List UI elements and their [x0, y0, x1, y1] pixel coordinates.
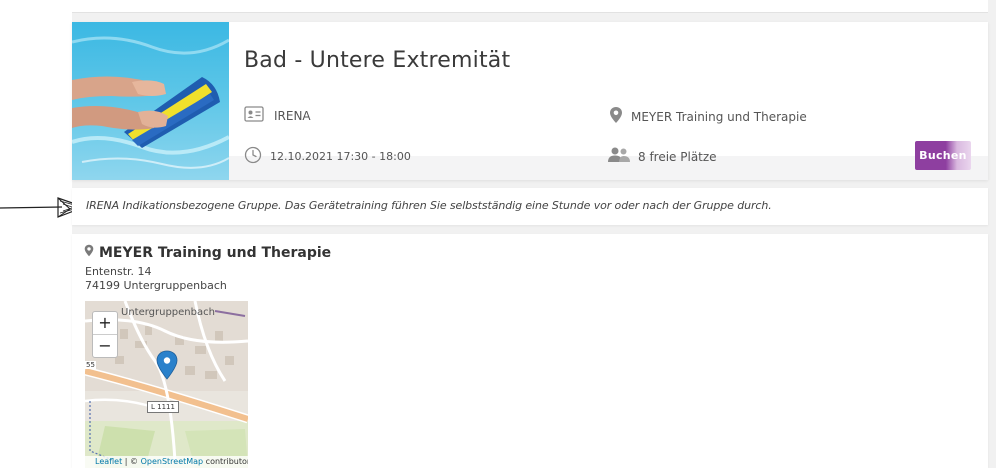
- leaflet-link[interactable]: Leaflet: [95, 457, 122, 466]
- datetime-label: 12.10.2021 17:30 - 18:00: [270, 150, 411, 163]
- map[interactable]: Untergruppenbach L 1111 55 + − Leaflet |…: [85, 301, 248, 468]
- map-attribution: Leaflet | © OpenStreetMap contributors: [85, 456, 248, 468]
- course-image: [72, 22, 229, 180]
- map-road-number: 55: [85, 361, 96, 369]
- zoom-out-button[interactable]: −: [93, 335, 117, 357]
- map-road-label: L 1111: [147, 401, 179, 413]
- users-icon: [607, 146, 631, 167]
- zoom-in-button[interactable]: +: [93, 312, 117, 335]
- program-label: IRENA: [274, 108, 311, 123]
- spots-info: 8 freie Plätze: [607, 146, 717, 167]
- attribution-separator: | ©: [122, 457, 141, 466]
- location-info: MEYER Training und Therapie: [609, 106, 807, 127]
- location-title: MEYER Training und Therapie: [84, 244, 331, 261]
- attribution-tail: contributors: [205, 457, 248, 466]
- datetime-info: 12.10.2021 17:30 - 18:00: [244, 146, 411, 167]
- location-city: 74199 Untergruppenbach: [85, 279, 227, 292]
- location-street: Entenstr. 14: [85, 265, 152, 278]
- map-pin-icon: [84, 244, 94, 261]
- spots-label: 8 freie Plätze: [638, 149, 717, 164]
- osm-link[interactable]: OpenStreetMap: [141, 457, 204, 466]
- description-text: IRENA Indikationsbezogene Gruppe. Das Ge…: [86, 199, 772, 212]
- location-label: MEYER Training und Therapie: [631, 109, 807, 124]
- description-box: IRENA Indikationsbezogene Gruppe. Das Ge…: [72, 188, 988, 225]
- location-name: MEYER Training und Therapie: [99, 244, 332, 261]
- book-button[interactable]: Buchen: [915, 141, 971, 170]
- clock-icon: [244, 146, 262, 167]
- map-zoom-control: + −: [92, 311, 118, 358]
- course-card: Bad - Untere Extremität IRENA MEYER Trai…: [72, 22, 988, 180]
- left-margin: [0, 0, 72, 468]
- previous-card-edge: [72, 0, 988, 13]
- map-pin-icon: [609, 106, 623, 127]
- course-title: Bad - Untere Extremität: [244, 48, 511, 73]
- program-info: IRENA: [244, 106, 311, 125]
- location-card: MEYER Training und Therapie Entenstr. 14…: [72, 234, 988, 468]
- map-town-label: Untergruppenbach: [121, 307, 215, 318]
- id-card-icon: [244, 106, 264, 125]
